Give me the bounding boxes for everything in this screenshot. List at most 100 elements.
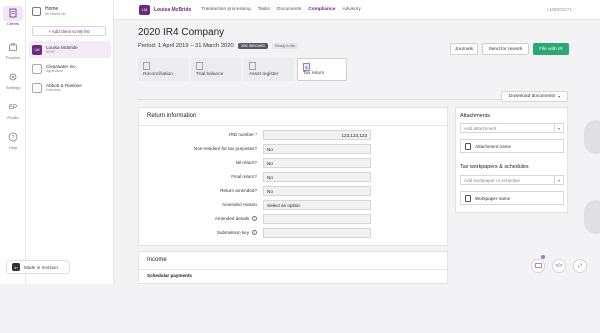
chat-button[interactable] [531, 259, 545, 273]
select-placeholder: Add workpaper or schedule [464, 177, 520, 183]
amended-details-input[interactable] [263, 214, 371, 224]
rail-label: Help [8, 145, 18, 150]
card-title: Income [147, 257, 167, 263]
client-sub: Agriculture [46, 69, 64, 74]
building-icon [32, 63, 42, 74]
tile-reconciliation[interactable]: Reconciliation [138, 58, 188, 81]
return-amended-select[interactable]: No [263, 186, 371, 196]
nil-return-select[interactable]: No [263, 158, 371, 168]
rail-profile[interactable]: EP Profile [0, 100, 26, 121]
expand-icon: ⤢ [577, 263, 582, 269]
page-title: 2020 IR4 Company [138, 27, 225, 38]
tile-label: Reconciliation [143, 72, 173, 77]
return-information-card: Return information IRD number * 123,123,… [138, 107, 448, 246]
field-label: Amended reason [222, 202, 257, 207]
tile-tax-return[interactable]: $ Tax return [297, 58, 347, 81]
gear-icon [9, 73, 17, 81]
tax-return-icon: $ [303, 63, 310, 71]
field-label: Return amended? [220, 188, 257, 193]
client-sub: Industrial [46, 88, 61, 93]
client-item-louisa[interactable]: LM Louisa McBride SHSF [29, 41, 111, 58]
document-icon [465, 142, 471, 150]
chat-icon [534, 263, 542, 268]
tile-asset-register[interactable]: Asset register [244, 58, 294, 81]
top-bar: LM Louisa McBride Transaction processing… [114, 0, 600, 20]
nav-advisory[interactable]: Advisory [342, 7, 360, 12]
clients-sidebar: Home All clients list + Add client to My… [26, 0, 114, 284]
expand-button[interactable]: ⤢ [573, 259, 587, 273]
trial-balance-icon [196, 62, 203, 70]
profile-icon: EP [8, 104, 17, 111]
divider [139, 269, 447, 270]
info-icon[interactable]: i [252, 230, 257, 235]
rail-clients[interactable]: Clients [0, 6, 26, 26]
practice-icon [9, 43, 17, 51]
add-workpaper-select[interactable]: Add workpaper or schedule ▾ [460, 175, 564, 185]
add-attachment-select[interactable]: Add attachment ▾ [460, 123, 564, 133]
non-resident-select[interactable]: No [263, 144, 371, 154]
status-badge: Ready to file [272, 43, 299, 49]
journals-button[interactable]: Journals [450, 43, 478, 55]
divider [139, 125, 447, 126]
invision-logo: in [12, 263, 20, 271]
help-icon: ? [8, 132, 18, 142]
field-label: Non-resident for tax purposes? [193, 146, 257, 151]
field-label-submission-key: Submission key i [217, 230, 257, 235]
home-link[interactable]: Home All clients list [32, 6, 66, 16]
field-label: IRD number * [229, 132, 257, 137]
document-icon [465, 194, 471, 202]
rail-help[interactable]: ? Help [0, 130, 26, 150]
invision-badge[interactable]: in Made in InVision [6, 260, 70, 274]
nav-documents[interactable]: Documents [277, 7, 301, 12]
info-icon[interactable]: i [252, 216, 257, 221]
rail-settings[interactable]: Settings [0, 70, 26, 90]
top-nav: Transaction processing Tasks Documents C… [201, 7, 361, 12]
add-client-button[interactable]: + Add client to My list [32, 26, 106, 36]
tile-trial-balance[interactable]: Trial balance [191, 58, 241, 81]
building-icon [32, 82, 42, 93]
app-root: Clients Practice Settings EP Profile ? H… [0, 0, 600, 333]
scroll-handle[interactable] [584, 120, 600, 154]
clients-icon [9, 8, 17, 18]
nav-compliance[interactable]: Compliance [308, 7, 335, 12]
file-with-ir-button[interactable]: File with IR [533, 43, 569, 55]
notification-dot [541, 255, 545, 259]
final-return-select[interactable]: No [263, 172, 371, 182]
download-documents-button[interactable]: Download documents ▾ [501, 91, 568, 102]
field-label-amended-details: Amended details i [215, 216, 257, 221]
nav-tasks[interactable]: Tasks [258, 7, 270, 12]
rail-practice[interactable]: Practice [0, 40, 26, 60]
rail-label: Settings [5, 85, 21, 90]
chevron-down-icon: ▾ [554, 176, 563, 184]
client-item-clearwater[interactable]: Clearwater Inc. Agriculture [29, 60, 111, 77]
client-name[interactable]: Louisa McBride [154, 7, 191, 13]
ird-number-input[interactable]: 123,123,123 [263, 130, 371, 140]
attachment-item[interactable]: Attachment name [460, 139, 564, 153]
chevron-down-icon: ▾ [558, 94, 561, 99]
home-subtitle: All clients list [45, 12, 66, 16]
submission-key-input[interactable] [263, 228, 371, 238]
field-label: Nil return? [235, 160, 257, 165]
workpaper-item[interactable]: Workpaper name [460, 191, 564, 205]
send-for-rework-button[interactable]: Send for rework [482, 43, 529, 55]
nav-transaction-processing[interactable]: Transaction processing [201, 7, 250, 12]
rail-label: Profile [7, 115, 19, 120]
code-button[interactable]: </> [552, 259, 566, 273]
period-line: Period: 1 April 2019 – 31 March 2020 JOB… [138, 43, 299, 49]
client-code: LMB002271 [547, 7, 572, 12]
download-label: Download documents [508, 94, 556, 99]
field-label: Submission key [216, 230, 249, 235]
scroll-handle[interactable] [584, 200, 600, 234]
code-icon: </> [555, 263, 563, 269]
period-text: Period: 1 April 2019 – 31 March 2020 [138, 43, 234, 49]
left-rail: Clients Practice Settings EP Profile ? H… [0, 0, 26, 284]
workpaper-name: Workpaper name [475, 195, 511, 201]
tile-label: Asset register [249, 72, 279, 77]
field-label: Amended details [214, 216, 249, 221]
status-badge: JOB INBOARD [237, 43, 269, 49]
field-label: Final return? [231, 174, 257, 179]
client-item-abbott[interactable]: Abbott & Rankine Industrial [29, 79, 111, 96]
rail-label: Clients [6, 21, 20, 26]
card-title: Return information [147, 113, 197, 119]
amended-reason-select[interactable]: Select an option [263, 200, 371, 210]
